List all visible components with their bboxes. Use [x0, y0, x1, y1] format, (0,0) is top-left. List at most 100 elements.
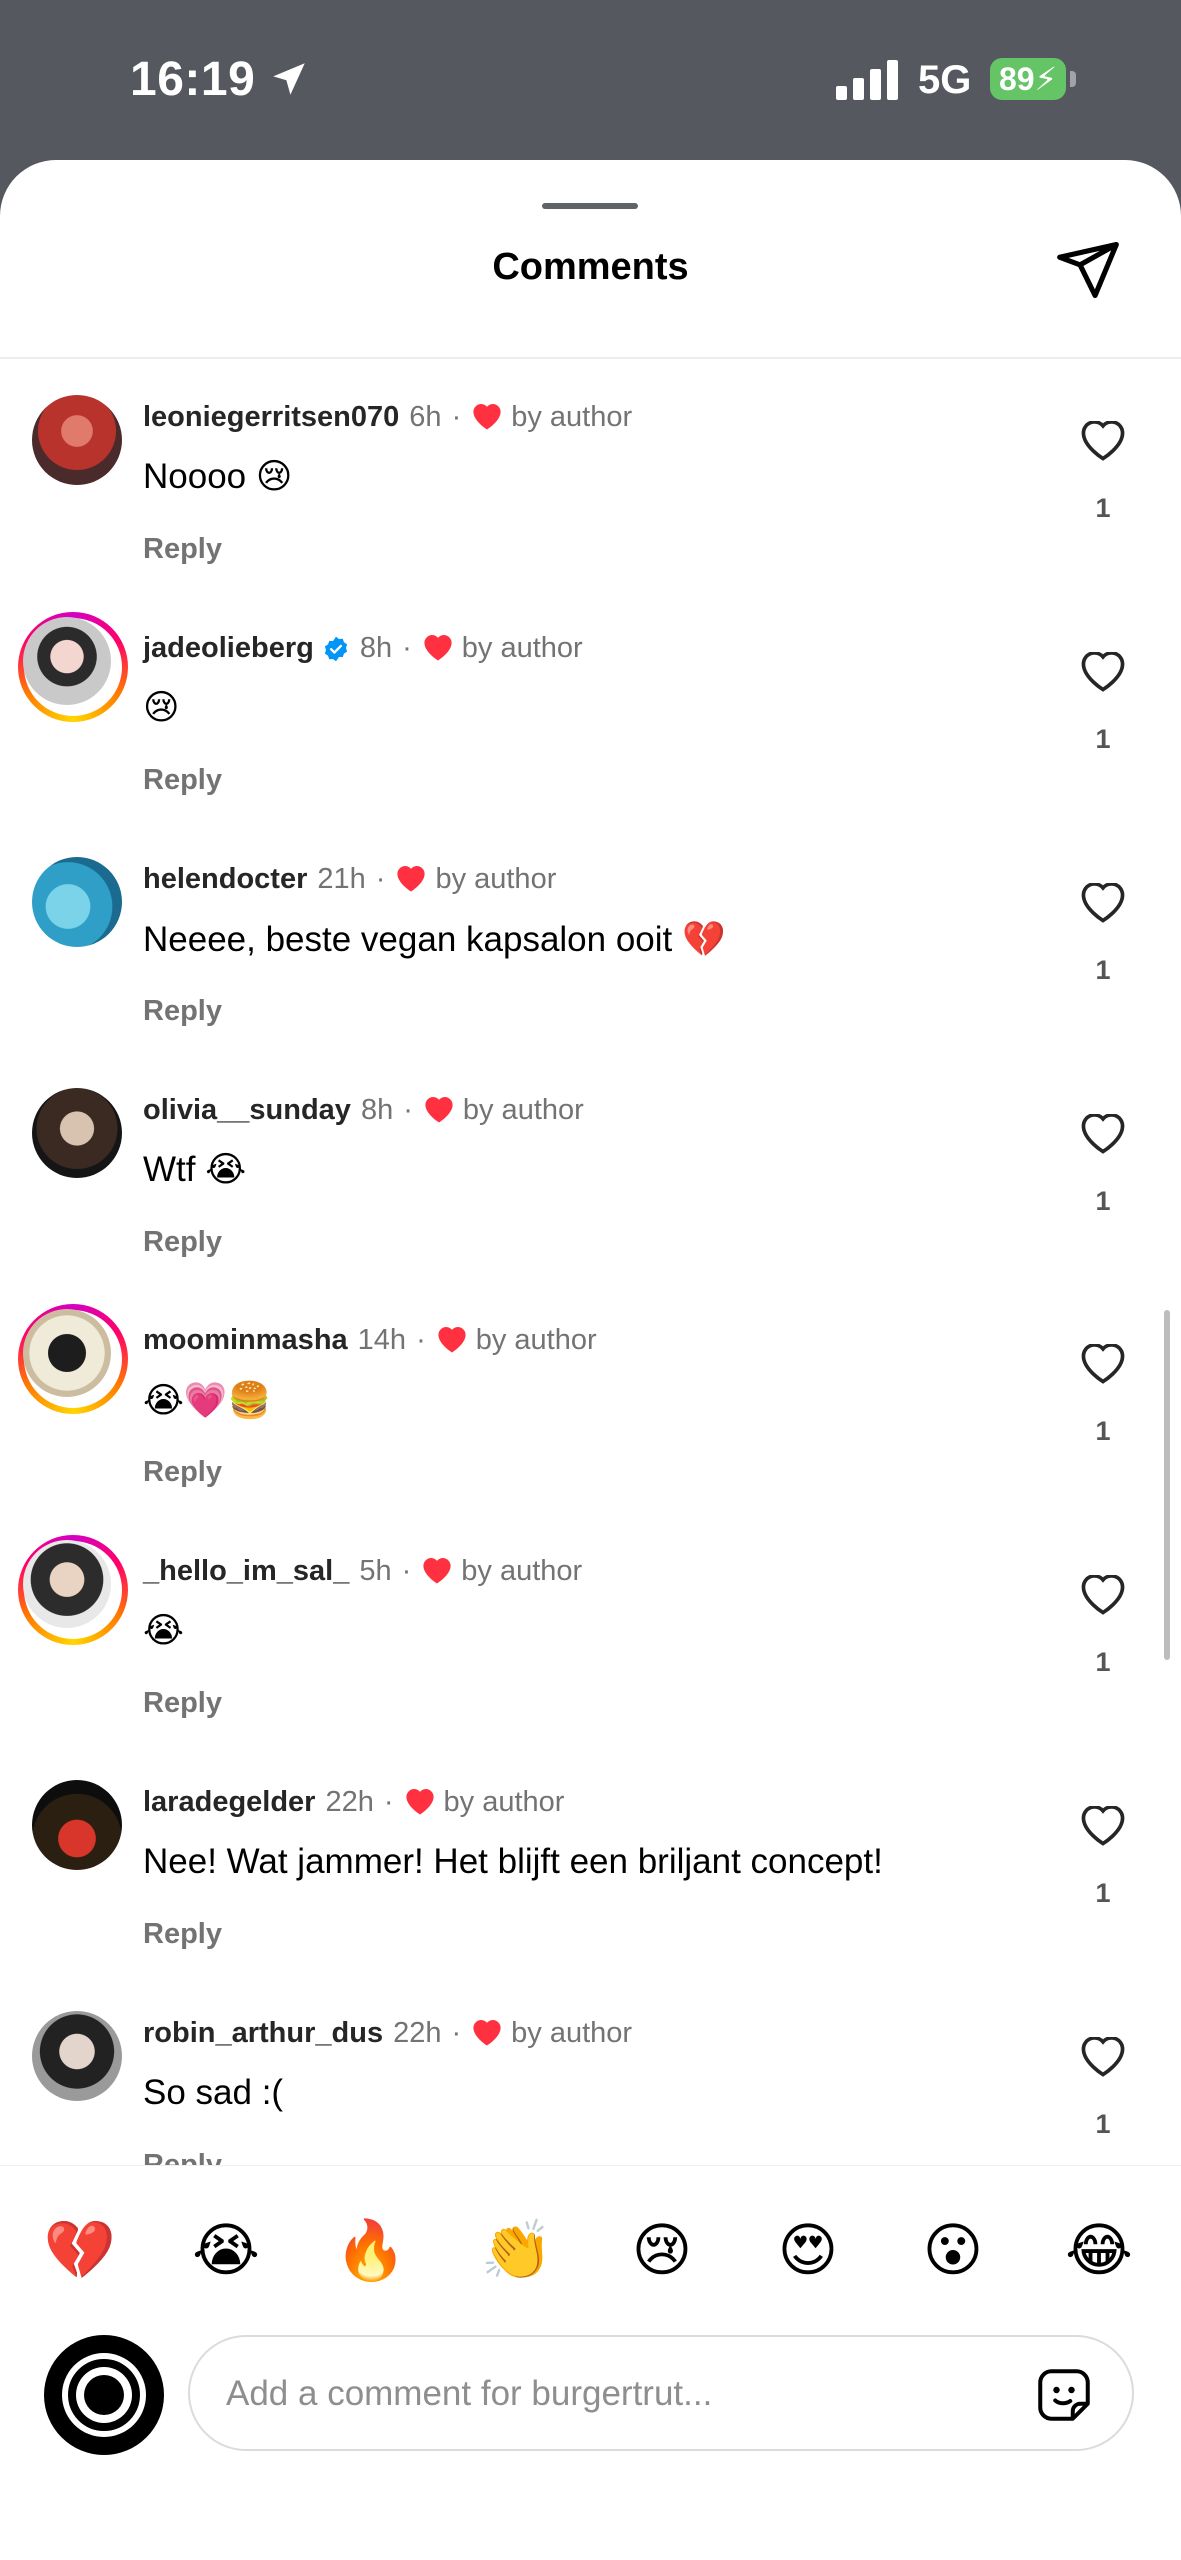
comment-item: leoniegerritsen070 6h · by author Noooo …	[0, 377, 1181, 607]
avatar-story-ring[interactable]	[18, 1304, 128, 1414]
comment-item: helendocter 21h · by author Neeee, beste…	[0, 839, 1181, 1069]
like-count: 1	[1095, 1647, 1111, 1677]
comment-meta: olivia__sunday 8h · by author	[143, 1094, 584, 1127]
share-icon[interactable]	[1054, 236, 1122, 304]
reply-button[interactable]: Reply	[143, 2149, 222, 2165]
comment-username[interactable]: jadeolieberg	[143, 632, 314, 665]
liked-by-author-label: by author	[461, 632, 583, 664]
reply-button[interactable]: Reply	[143, 533, 222, 566]
avatar[interactable]	[32, 2011, 122, 2101]
liked-by-author-heart-icon	[397, 865, 426, 892]
avatar-wrapper[interactable]	[32, 857, 122, 947]
liked-by-author-heart-icon	[423, 1557, 451, 1584]
comment-username[interactable]: laradegelder	[143, 1786, 315, 1819]
liked-by-author-label: by author	[461, 1555, 583, 1587]
like-heart-icon[interactable]	[1080, 1575, 1126, 1617]
quick-reaction-emoji[interactable]: 🔥	[331, 2210, 411, 2290]
reply-button[interactable]: Reply	[143, 1456, 222, 1489]
quick-reaction-bar: 💔 😭 🔥 👏 😢 😍 😮 😂	[0, 2165, 1181, 2316]
comment-text: Nee! Wat jammer! Het blijft een briljant…	[143, 1842, 883, 1881]
like-count: 1	[1095, 1878, 1111, 1908]
reply-button[interactable]: Reply	[143, 764, 222, 797]
verified-badge-icon	[324, 636, 347, 661]
avatar[interactable]	[23, 1540, 111, 1628]
like-count: 1	[1095, 1416, 1111, 1446]
comment-username[interactable]: robin_arthur_dus	[143, 2017, 383, 2050]
comment-meta: leoniegerritsen070 6h · by author	[143, 401, 632, 434]
avatar[interactable]	[32, 395, 122, 485]
comment-input[interactable]	[224, 2337, 988, 2451]
comment-meta: moominmasha 14h · by author	[143, 1324, 597, 1357]
reply-button[interactable]: Reply	[143, 1226, 222, 1259]
reply-button[interactable]: Reply	[143, 1687, 222, 1720]
liked-by-author-label: by author	[462, 1094, 584, 1126]
comment-username[interactable]: olivia__sunday	[143, 1094, 351, 1127]
comment-username[interactable]: helendocter	[143, 863, 307, 896]
avatar[interactable]	[23, 617, 111, 705]
liked-by-author-label: by author	[435, 863, 557, 895]
comment-item: moominmasha 14h · by author 😭💗🍔 Reply 1	[0, 1300, 1181, 1530]
location-arrow-icon	[273, 63, 305, 95]
quick-reaction-emoji[interactable]: 😢	[622, 2210, 702, 2290]
meta-separator: ·	[375, 863, 386, 895]
like-count: 1	[1095, 724, 1111, 754]
liked-by-author-label: by author	[511, 2017, 633, 2049]
scrollbar[interactable]	[1164, 1310, 1170, 1660]
comment-time: 22h	[393, 2017, 442, 2049]
quick-reaction-emoji[interactable]: 👏	[477, 2210, 557, 2290]
liked-by-author-label: by author	[511, 401, 633, 433]
comment-username[interactable]: leoniegerritsen070	[143, 401, 399, 434]
comment-text: Wtf 😭	[143, 1150, 247, 1189]
like-heart-icon[interactable]	[1080, 1114, 1126, 1156]
cellular-signal-icon	[836, 60, 898, 100]
liked-by-author-heart-icon	[438, 1326, 466, 1353]
header-divider	[0, 357, 1181, 359]
current-user-avatar[interactable]	[44, 2335, 164, 2455]
comment-username[interactable]: moominmasha	[143, 1324, 348, 1357]
liked-by-author-heart-icon	[473, 403, 501, 430]
avatar-wrapper[interactable]	[32, 395, 122, 485]
like-count: 1	[1095, 1186, 1111, 1216]
quick-reaction-emoji[interactable]: 💔	[40, 2210, 120, 2290]
comment-item: laradegelder 22h · by author Nee! Wat ja…	[0, 1762, 1181, 1992]
quick-reaction-emoji[interactable]: 😭	[186, 2210, 266, 2290]
comment-item: robin_arthur_dus 22h · by author So sad …	[0, 1993, 1181, 2165]
comment-meta: laradegelder 22h · by author	[143, 1786, 564, 1819]
quick-reaction-emoji[interactable]: 😂	[1059, 2210, 1139, 2290]
comment-text: 😭💗🍔	[143, 1381, 272, 1420]
like-heart-icon[interactable]	[1080, 1344, 1126, 1386]
like-heart-icon[interactable]	[1080, 2037, 1126, 2079]
comment-input-container[interactable]	[188, 2335, 1134, 2451]
reply-button[interactable]: Reply	[143, 995, 222, 1028]
reply-button[interactable]: Reply	[143, 1918, 222, 1951]
comment-username[interactable]: _hello_im_sal_	[143, 1555, 349, 1588]
comment-meta: robin_arthur_dus 22h · by author	[143, 2017, 632, 2050]
like-count: 1	[1095, 2109, 1111, 2139]
avatar-story-ring[interactable]	[18, 612, 128, 722]
avatar-wrapper[interactable]	[32, 1780, 122, 1870]
liked-by-author-label: by author	[475, 1324, 597, 1356]
avatar-wrapper[interactable]	[32, 2011, 122, 2101]
quick-reaction-emoji[interactable]: 😍	[768, 2210, 848, 2290]
avatar[interactable]	[32, 1780, 122, 1870]
avatar[interactable]	[32, 1088, 122, 1178]
sheet-grabber[interactable]	[542, 203, 638, 209]
liked-by-author-label: by author	[443, 1786, 565, 1818]
quick-reaction-emoji[interactable]: 😮	[913, 2210, 993, 2290]
sticker-icon[interactable]	[1034, 2365, 1094, 2425]
meta-separator: ·	[451, 2017, 462, 2049]
like-heart-icon[interactable]	[1080, 421, 1126, 463]
avatar[interactable]	[32, 857, 122, 947]
meta-separator: ·	[401, 1555, 412, 1587]
like-heart-icon[interactable]	[1080, 883, 1126, 925]
avatar-story-ring[interactable]	[18, 1535, 128, 1645]
avatar-wrapper[interactable]	[32, 1088, 122, 1178]
like-heart-icon[interactable]	[1080, 1806, 1126, 1848]
comment-item: jadeolieberg 8h · by author 😢 Reply 1	[0, 608, 1181, 838]
meta-separator: ·	[416, 1324, 426, 1356]
comment-item: olivia__sunday 8h · by author Wtf 😭 Repl…	[0, 1070, 1181, 1300]
avatar[interactable]	[23, 1309, 111, 1397]
comment-list[interactable]: leoniegerritsen070 6h · by author Noooo …	[0, 360, 1181, 2165]
liked-by-author-heart-icon	[425, 1096, 453, 1123]
like-heart-icon[interactable]	[1080, 652, 1126, 694]
